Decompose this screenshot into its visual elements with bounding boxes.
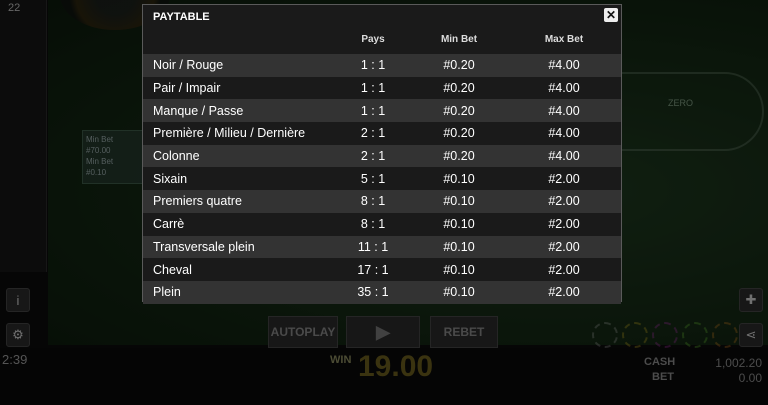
bet-name: Pair / Impair bbox=[153, 81, 221, 96]
bet-name: Sixain bbox=[153, 171, 188, 186]
bet-min: #0.10 bbox=[443, 194, 475, 209]
paytable-dialog: PAYTABLE ✕ Pays Min Bet Max Bet Noir / R… bbox=[142, 4, 622, 304]
bet-pays: 8 : 1 bbox=[360, 194, 386, 209]
bet-pays: 2 : 1 bbox=[360, 126, 386, 141]
bet-name: Premiers quatre bbox=[153, 194, 242, 209]
bet-min: #0.20 bbox=[443, 149, 475, 164]
bet-min: #0.20 bbox=[443, 103, 475, 118]
bet-pays: 11 : 1 bbox=[357, 239, 389, 254]
bet-name: Première / Milieu / Dernière bbox=[153, 126, 306, 141]
bet-max: #4.00 bbox=[548, 103, 580, 118]
header-max-bet: Max Bet bbox=[544, 34, 584, 45]
bet-pays: 1 : 1 bbox=[360, 81, 386, 96]
bet-pays: 8 : 1 bbox=[360, 217, 386, 232]
bet-pays: 1 : 1 bbox=[360, 103, 386, 118]
header-pays: Pays bbox=[361, 34, 385, 45]
table-row: Plein 35 : 1 #0.10 #2.00 bbox=[143, 280, 621, 304]
bet-max: #2.00 bbox=[548, 239, 580, 254]
bet-max: #4.00 bbox=[548, 81, 580, 96]
bet-name: Transversale plein bbox=[153, 239, 255, 254]
table-row: Premiers quatre 8 : 1 #0.10 #2.00 bbox=[143, 190, 621, 213]
table-row: Colonne 2 : 1 #0.20 #4.00 bbox=[143, 144, 621, 168]
table-row: Transversale plein 11 : 1 #0.10 #2.00 bbox=[143, 235, 621, 259]
bet-min: #0.10 bbox=[443, 262, 475, 277]
bet-max: #2.00 bbox=[548, 285, 580, 300]
bet-name: Plein bbox=[153, 285, 181, 300]
bet-pays: 2 : 1 bbox=[360, 149, 386, 164]
bet-pays: 35 : 1 bbox=[357, 285, 389, 300]
paytable-rows: Noir / Rouge 1 : 1 #0.20 #4.00 Pair / Im… bbox=[143, 54, 621, 304]
bet-name: Manque / Passe bbox=[153, 103, 244, 118]
bet-name: Colonne bbox=[153, 149, 200, 164]
bet-name: Cheval bbox=[153, 262, 192, 277]
table-row: Première / Milieu / Dernière 2 : 1 #0.20… bbox=[143, 122, 621, 145]
bet-min: #0.10 bbox=[443, 217, 475, 232]
bet-min: #0.20 bbox=[443, 81, 475, 96]
bet-max: #2.00 bbox=[548, 217, 580, 232]
bet-name: Carrè bbox=[153, 217, 185, 232]
bet-pays: 1 : 1 bbox=[360, 58, 386, 73]
bet-max: #2.00 bbox=[548, 171, 580, 186]
bet-max: #4.00 bbox=[548, 58, 580, 73]
bet-pays: 5 : 1 bbox=[360, 171, 386, 186]
bet-max: #2.00 bbox=[548, 262, 580, 277]
bet-name: Noir / Rouge bbox=[153, 58, 224, 73]
table-row: Sixain 5 : 1 #0.10 #2.00 bbox=[143, 167, 621, 191]
bet-pays: 17 : 1 bbox=[357, 262, 389, 277]
table-row: Carrè 8 : 1 #0.10 #2.00 bbox=[143, 212, 621, 236]
bet-min: #0.10 bbox=[443, 285, 475, 300]
bet-max: #2.00 bbox=[548, 194, 580, 209]
close-icon[interactable]: ✕ bbox=[604, 8, 618, 22]
table-row: Manque / Passe 1 : 1 #0.20 #4.00 bbox=[143, 99, 621, 123]
bet-max: #4.00 bbox=[548, 149, 580, 164]
bet-min: #0.10 bbox=[443, 239, 475, 254]
bet-min: #0.20 bbox=[443, 126, 475, 141]
header-min-bet: Min Bet bbox=[440, 34, 478, 45]
table-row: Pair / Impair 1 : 1 #0.20 #4.00 bbox=[143, 76, 621, 100]
table-row: Cheval 17 : 1 #0.10 #2.00 bbox=[143, 258, 621, 281]
table-row: Noir / Rouge 1 : 1 #0.20 #4.00 bbox=[143, 54, 621, 77]
dialog-title: PAYTABLE bbox=[153, 11, 210, 23]
bet-min: #0.10 bbox=[443, 171, 475, 186]
bet-min: #0.20 bbox=[443, 58, 475, 73]
bet-max: #4.00 bbox=[548, 126, 580, 141]
